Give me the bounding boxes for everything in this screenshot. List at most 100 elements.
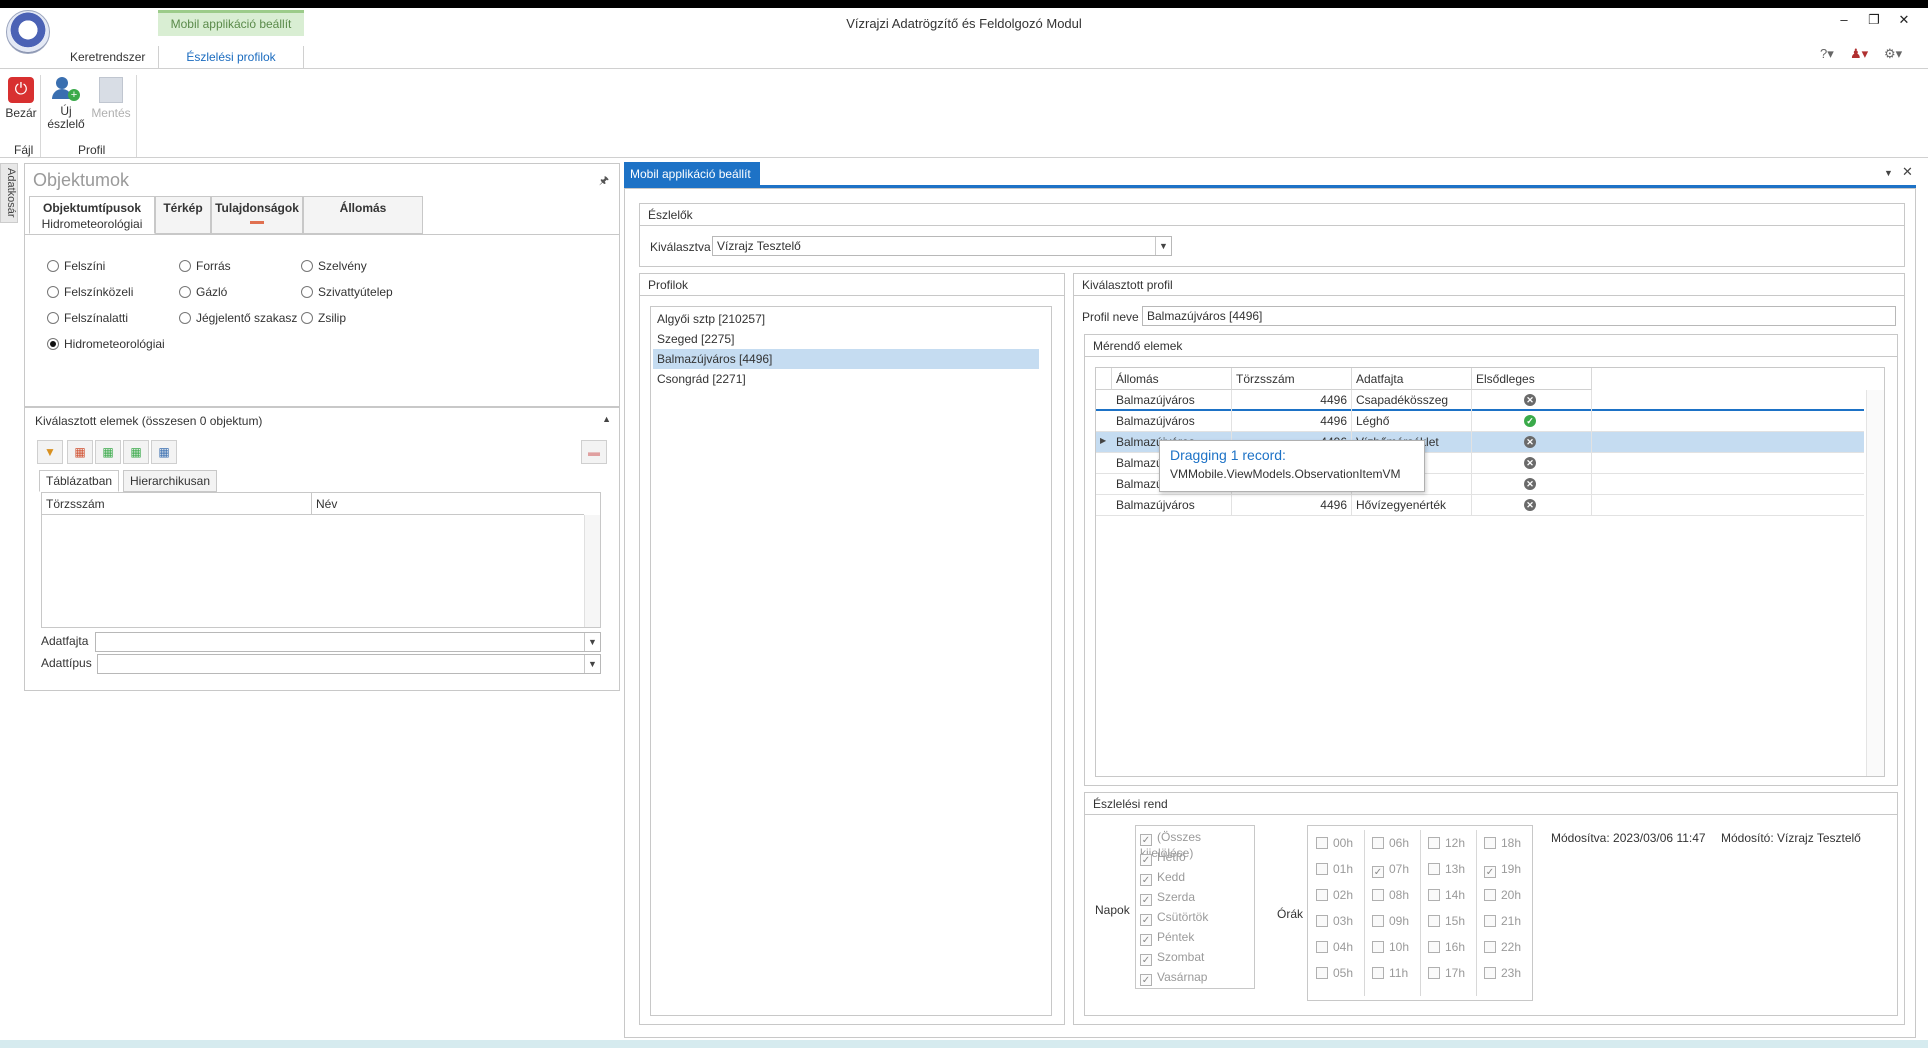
- day-checkbox[interactable]: ✓ Csütörtök: [1140, 910, 1208, 926]
- filter-icon[interactable]: ▼: [37, 440, 63, 464]
- adatkosar-dock-tab[interactable]: Adatkosár: [0, 163, 18, 223]
- day-checkbox[interactable]: ✓ Szerda: [1140, 890, 1195, 906]
- modifier-label: Módosító:: [1721, 831, 1774, 845]
- hour-checkbox[interactable]: 09h: [1372, 914, 1409, 928]
- profile-item[interactable]: Balmazújváros [4496]: [653, 349, 1039, 369]
- hour-checkbox[interactable]: 21h: [1484, 914, 1521, 928]
- hour-checkbox[interactable]: 17h: [1428, 966, 1465, 980]
- hour-checkbox[interactable]: 00h: [1316, 836, 1353, 850]
- profile-name-input[interactable]: Balmazújváros [4496]: [1142, 306, 1896, 326]
- hour-checkbox[interactable]: ✓ 07h: [1372, 862, 1409, 878]
- hour-checkbox[interactable]: 20h: [1484, 888, 1521, 902]
- radio-gazlo[interactable]: Gázló: [179, 285, 227, 299]
- cell-primary[interactable]: ✕: [1472, 390, 1592, 411]
- merge-selection-icon[interactable]: ▦: [95, 440, 121, 464]
- cell-primary[interactable]: ✕: [1472, 495, 1592, 516]
- hour-checkbox[interactable]: 15h: [1428, 914, 1465, 928]
- cell-primary[interactable]: ✕: [1472, 474, 1592, 495]
- clear-selection-icon[interactable]: ▬: [581, 440, 607, 464]
- hour-checkbox[interactable]: 12h: [1428, 836, 1465, 850]
- subtab-tablazatban[interactable]: Táblázatban: [39, 470, 120, 492]
- hour-checkbox[interactable]: 11h: [1372, 966, 1408, 980]
- hour-checkbox[interactable]: 10h: [1372, 940, 1409, 954]
- radio-forras[interactable]: Forrás: [179, 259, 231, 273]
- tab-terkep[interactable]: Térkép: [155, 196, 211, 234]
- grid-scrollbar[interactable]: [584, 515, 600, 627]
- tab-eszlelesi-profilok[interactable]: Észlelési profilok: [158, 46, 304, 68]
- day-checkbox[interactable]: ✓ Kedd: [1140, 870, 1185, 886]
- radio-jegjelento-szakasz[interactable]: Jégjelentő szakasz: [179, 311, 297, 325]
- profile-item[interactable]: Csongrád [2271]: [653, 369, 1039, 389]
- doc-close-icon[interactable]: ✕: [1902, 164, 1913, 180]
- hour-checkbox[interactable]: 03h: [1316, 914, 1353, 928]
- table-row[interactable]: Balmazújváros 4496 Léghő ✓: [1096, 411, 1864, 432]
- hour-checkbox[interactable]: 22h: [1484, 940, 1521, 954]
- tab-tulajdonsagok[interactable]: Tulajdonságok: [211, 196, 303, 234]
- observer-select[interactable]: Vízrajz Tesztelő ▼: [712, 236, 1172, 256]
- user-icon[interactable]: ♟▾: [1850, 46, 1868, 62]
- export-selection-icon[interactable]: ▦: [151, 440, 177, 464]
- document-tab-mobil[interactable]: Mobil applikáció beállít: [624, 162, 760, 186]
- radio-zsilip[interactable]: Zsilip: [301, 311, 346, 325]
- grid-scrollbar[interactable]: [1866, 390, 1884, 776]
- hour-checkbox[interactable]: 16h: [1428, 940, 1465, 954]
- hour-checkbox[interactable]: 08h: [1372, 888, 1409, 902]
- cell-primary[interactable]: ✕: [1472, 453, 1592, 474]
- radio-felszini[interactable]: Felszíni: [47, 259, 105, 273]
- radio-hidrometeorologiai[interactable]: Hidrometeorológiai: [47, 337, 165, 351]
- close-button[interactable]: ⏻ Bezár: [4, 77, 38, 120]
- table-row[interactable]: Balmazújváros 4496 Csapadékösszeg ✕: [1096, 390, 1864, 411]
- close-window-button[interactable]: ✕: [1894, 12, 1914, 28]
- import-selection-icon[interactable]: ▦: [123, 440, 149, 464]
- table-row[interactable]: Balmazújváros 4496 Hővízegyenérték ✕: [1096, 495, 1864, 516]
- minimize-button[interactable]: –: [1834, 12, 1854, 27]
- col-header-nev[interactable]: Név: [312, 493, 584, 515]
- empty-box-icon: [1428, 837, 1440, 849]
- radio-szelveny[interactable]: Szelvény: [301, 259, 367, 273]
- save-button[interactable]: Mentés: [90, 77, 132, 120]
- profile-item[interactable]: Algyői sztp [210257]: [653, 309, 1039, 329]
- new-observer-button[interactable]: + Új észlelő: [46, 75, 86, 131]
- day-checkbox[interactable]: ✓ Vasárnap: [1140, 970, 1207, 986]
- radio-felszinalatti[interactable]: Felszínalatti: [47, 311, 128, 325]
- help-icon[interactable]: ?▾: [1820, 46, 1834, 62]
- cell-type: Léghő: [1352, 411, 1472, 432]
- adattipus-combo[interactable]: ▼: [97, 654, 601, 674]
- subtab-hierarchikusan[interactable]: Hierarchikusan: [123, 470, 218, 492]
- hour-checkbox[interactable]: 02h: [1316, 888, 1353, 902]
- hour-checkbox[interactable]: 04h: [1316, 940, 1353, 954]
- collapse-icon[interactable]: ▲: [602, 414, 611, 424]
- hour-checkbox[interactable]: ✓ 19h: [1484, 862, 1521, 878]
- hour-checkbox[interactable]: 05h: [1316, 966, 1353, 980]
- day-checkbox[interactable]: ✓ Péntek: [1140, 930, 1194, 946]
- tab-keretrendszer[interactable]: Keretrendszer: [70, 46, 146, 68]
- cell-primary[interactable]: ✓: [1472, 411, 1592, 432]
- cell-primary[interactable]: ✕: [1472, 432, 1592, 453]
- tab-objektumtipusok[interactable]: Objektumtípusok Hidrometeorológiai: [29, 196, 155, 234]
- day-checkbox[interactable]: ✓ Szombat: [1140, 950, 1204, 966]
- col-header-allomas[interactable]: Állomás: [1112, 368, 1232, 390]
- doc-dropdown-icon[interactable]: ▼: [1884, 168, 1893, 178]
- hour-checkbox[interactable]: 01h: [1316, 862, 1353, 876]
- adatfajta-combo[interactable]: ▼: [95, 632, 601, 652]
- hour-checkbox[interactable]: 23h: [1484, 966, 1521, 980]
- radio-szivattyutelep[interactable]: Szivattyútelep: [301, 285, 393, 299]
- col-header-torzsszam[interactable]: Törzsszám: [42, 493, 312, 515]
- hour-checkbox[interactable]: 06h: [1372, 836, 1409, 850]
- settings-gear-icon[interactable]: ⚙▾: [1884, 46, 1902, 62]
- col-header-adatfajta[interactable]: Adatfajta: [1352, 368, 1472, 390]
- measured-elements-grid: Állomás Törzsszám Adatfajta Elsődleges B…: [1095, 367, 1885, 777]
- pin-icon[interactable]: 🖈: [599, 172, 609, 191]
- radio-felszinkozeli[interactable]: Felszínközeli: [47, 285, 133, 299]
- day-checkbox[interactable]: ✓ Hétfő: [1140, 850, 1186, 866]
- tab-allomas[interactable]: Állomás: [303, 196, 423, 234]
- hour-checkbox[interactable]: 18h: [1484, 836, 1521, 850]
- hour-checkbox[interactable]: 14h: [1428, 888, 1465, 902]
- add-selection-icon[interactable]: ▦: [67, 440, 93, 464]
- restore-button[interactable]: ❐: [1864, 12, 1884, 28]
- profile-item[interactable]: Szeged [2275]: [653, 329, 1039, 349]
- col-header-torzsszam[interactable]: Törzsszám: [1232, 368, 1352, 390]
- day-label: Péntek: [1157, 930, 1195, 944]
- col-header-elsodleges[interactable]: Elsődleges: [1472, 368, 1592, 390]
- hour-checkbox[interactable]: 13h: [1428, 862, 1465, 876]
